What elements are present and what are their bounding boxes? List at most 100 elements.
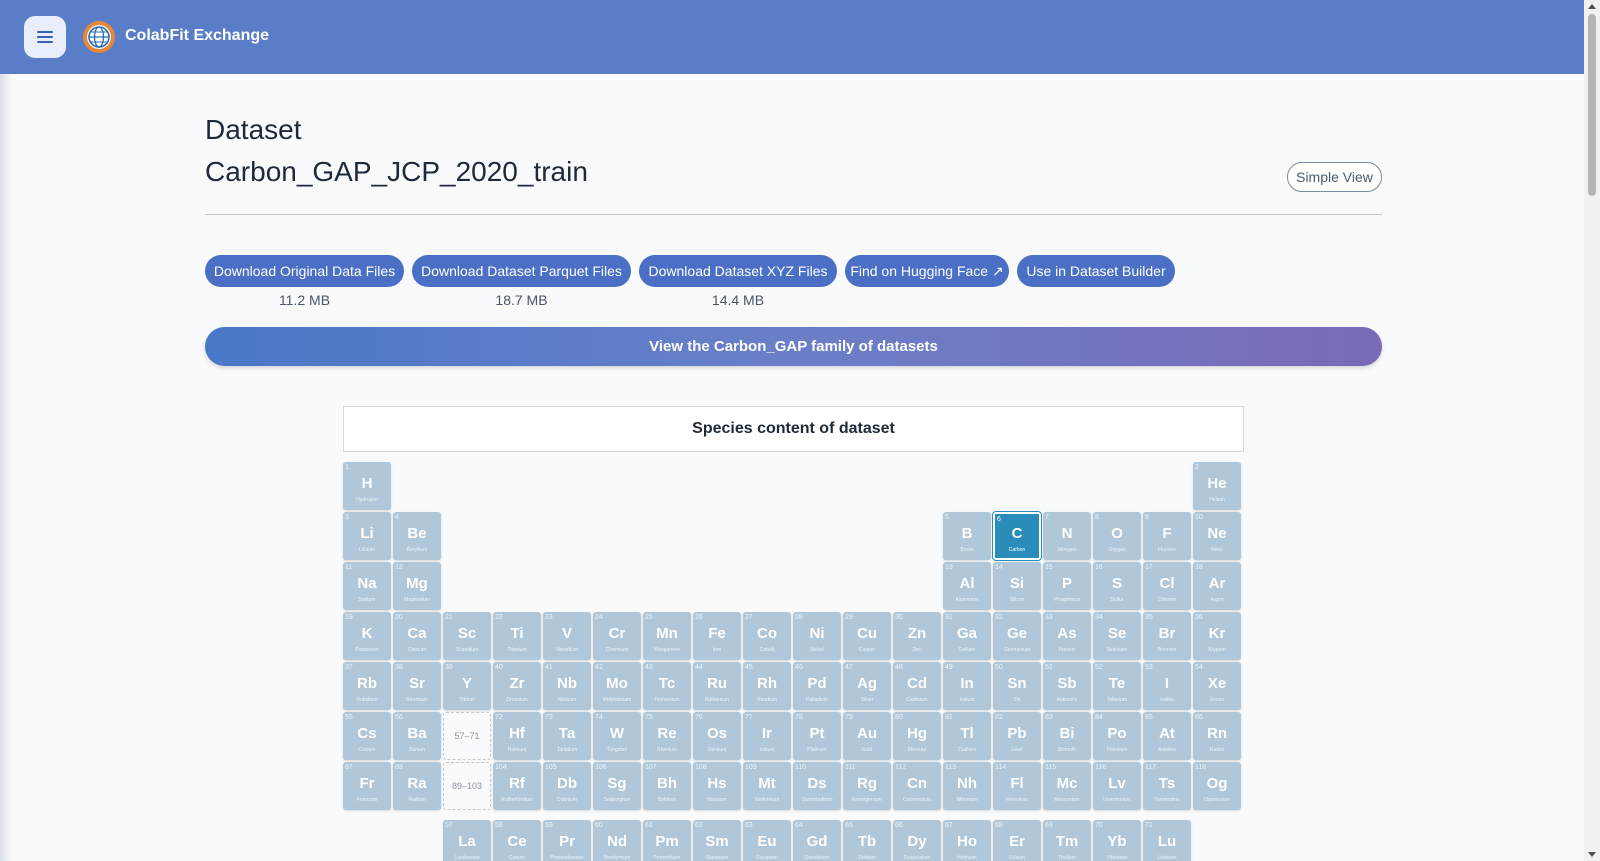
element-tile-w[interactable]: 74 W Tungsten	[593, 712, 641, 760]
element-tile-sc[interactable]: 21 Sc Scandium	[443, 612, 491, 660]
element-tile-fr[interactable]: 87 Fr Francium	[343, 762, 391, 810]
element-tile-tb[interactable]: 65 Tb Terbium	[843, 820, 891, 861]
element-tile-ra[interactable]: 88 Ra Radium	[393, 762, 441, 810]
menu-button[interactable]	[24, 16, 66, 58]
element-tile-dy[interactable]: 66 Dy Dysprosium	[893, 820, 941, 861]
element-tile-s[interactable]: 16 S Sulfur	[1093, 562, 1141, 610]
element-tile-hf[interactable]: 72 Hf Hafnium	[493, 712, 541, 760]
element-tile-ti[interactable]: 22 Ti Titanium	[493, 612, 541, 660]
element-tile-te[interactable]: 52 Te Tellurium	[1093, 662, 1141, 710]
element-tile-br[interactable]: 35 Br Bromine	[1143, 612, 1191, 660]
element-tile-ho[interactable]: 67 Ho Holmium	[943, 820, 991, 861]
element-tile-co[interactable]: 27 Co Cobalt	[743, 612, 791, 660]
element-tile-cr[interactable]: 24 Cr Chromium	[593, 612, 641, 660]
scroll-up-arrow-icon[interactable]	[1588, 4, 1596, 9]
element-tile-fl[interactable]: 114 Fl Flerovium	[993, 762, 1041, 810]
element-tile-kr[interactable]: 36 Kr Krypton	[1193, 612, 1241, 660]
scrollbar-thumb[interactable]	[1588, 14, 1596, 196]
element-tile-o[interactable]: 8 O Oxygen	[1093, 512, 1141, 560]
element-tile-sb[interactable]: 51 Sb Antimony	[1043, 662, 1091, 710]
element-tile-mc[interactable]: 115 Mc Moscovium	[1043, 762, 1091, 810]
download-original-button[interactable]: Download Original Data Files	[205, 255, 404, 287]
element-tile-mo[interactable]: 42 Mo Molybdenum	[593, 662, 641, 710]
element-tile-ar[interactable]: 18 Ar Argon	[1193, 562, 1241, 610]
element-tile-nd[interactable]: 60 Nd Neodymium	[593, 820, 641, 861]
element-tile-mg[interactable]: 12 Mg Magnesium	[393, 562, 441, 610]
download-xyz-button[interactable]: Download Dataset XYZ Files	[639, 255, 837, 287]
element-tile-tm[interactable]: 69 Tm Thulium	[1043, 820, 1091, 861]
element-tile-au[interactable]: 79 Au Gold	[843, 712, 891, 760]
element-tile-ds[interactable]: 110 Ds Darmstadtium	[793, 762, 841, 810]
element-tile-f[interactable]: 9 F Fluorine	[1143, 512, 1191, 560]
element-tile-cl[interactable]: 17 Cl Chlorine	[1143, 562, 1191, 610]
element-tile-ce[interactable]: 58 Ce Cerium	[493, 820, 541, 861]
element-tile-mt[interactable]: 109 Mt Meitnerium	[743, 762, 791, 810]
element-tile-y[interactable]: 39 Y Yttrium	[443, 662, 491, 710]
element-tile-ba[interactable]: 56 Ba Barium	[393, 712, 441, 760]
element-tile-sg[interactable]: 106 Sg Seaborgium	[593, 762, 641, 810]
element-tile-h[interactable]: 1 H Hydrogen	[343, 462, 391, 510]
element-tile-be[interactable]: 4 Be Beryllium	[393, 512, 441, 560]
element-tile-gd[interactable]: 64 Gd Gadolinium	[793, 820, 841, 861]
scroll-down-arrow-icon[interactable]	[1588, 852, 1596, 857]
element-tile-bh[interactable]: 107 Bh Bohrium	[643, 762, 691, 810]
element-tile-p[interactable]: 15 P Phosphorus	[1043, 562, 1091, 610]
element-tile-rf[interactable]: 104 Rf Rutherfordium	[493, 762, 541, 810]
element-tile-hs[interactable]: 108 Hs Hassium	[693, 762, 741, 810]
element-tile-pb[interactable]: 82 Pb Lead	[993, 712, 1041, 760]
element-tile-la[interactable]: 57 La Lanthanum	[443, 820, 491, 861]
page-scrollbar[interactable]	[1584, 0, 1600, 861]
element-tile-ni[interactable]: 28 Ni Nickel	[793, 612, 841, 660]
element-tile-eu[interactable]: 63 Eu Europium	[743, 820, 791, 861]
hugging-face-button[interactable]: Find on Hugging Face ↗	[845, 255, 1009, 287]
element-tile-db[interactable]: 105 Db Dubnium	[543, 762, 591, 810]
element-tile-ir[interactable]: 77 Ir Iridium	[743, 712, 791, 760]
element-tile-sn[interactable]: 50 Sn Tin	[993, 662, 1041, 710]
element-tile-se[interactable]: 34 Se Selenium	[1093, 612, 1141, 660]
element-tile-er[interactable]: 68 Er Erbium	[993, 820, 1041, 861]
element-tile-cs[interactable]: 55 Cs Cesium	[343, 712, 391, 760]
element-tile-v[interactable]: 23 V Vanadium	[543, 612, 591, 660]
element-tile-pd[interactable]: 46 Pd Palladium	[793, 662, 841, 710]
element-tile-al[interactable]: 13 Al Aluminium	[943, 562, 991, 610]
element-tile-xe[interactable]: 54 Xe Xenon	[1193, 662, 1241, 710]
element-tile-ge[interactable]: 32 Ge Germanium	[993, 612, 1041, 660]
element-tile-ru[interactable]: 44 Ru Ruthenium	[693, 662, 741, 710]
element-tile-ta[interactable]: 73 Ta Tantalum	[543, 712, 591, 760]
element-tile-zn[interactable]: 30 Zn Zinc	[893, 612, 941, 660]
element-tile-cu[interactable]: 29 Cu Copper	[843, 612, 891, 660]
element-tile-he[interactable]: 2 He Helium	[1193, 462, 1241, 510]
element-tile-hg[interactable]: 80 Hg Mercury	[893, 712, 941, 760]
element-tile-k[interactable]: 19 K Potassium	[343, 612, 391, 660]
element-tile-li[interactable]: 3 Li Lithium	[343, 512, 391, 560]
element-tile-tl[interactable]: 81 Tl Thallium	[943, 712, 991, 760]
element-tile-nb[interactable]: 41 Nb Niobium	[543, 662, 591, 710]
element-tile-fe[interactable]: 26 Fe Iron	[693, 612, 741, 660]
element-tile-tc[interactable]: 43 Tc Technetium	[643, 662, 691, 710]
element-tile-bi[interactable]: 83 Bi Bismuth	[1043, 712, 1091, 760]
element-tile-po[interactable]: 84 Po Polonium	[1093, 712, 1141, 760]
dataset-family-button[interactable]: View the Carbon_GAP family of datasets	[205, 327, 1382, 366]
element-tile-ne[interactable]: 10 Ne Neon	[1193, 512, 1241, 560]
element-tile-zr[interactable]: 40 Zr Zirconium	[493, 662, 541, 710]
element-tile-rb[interactable]: 37 Rb Rubidium	[343, 662, 391, 710]
element-tile-b[interactable]: 5 B Boron	[943, 512, 991, 560]
element-tile-ag[interactable]: 47 Ag Silver	[843, 662, 891, 710]
element-tile-lv[interactable]: 116 Lv Livermorium	[1093, 762, 1141, 810]
simple-view-button[interactable]: Simple View	[1287, 162, 1382, 192]
element-tile-sr[interactable]: 38 Sr Strontium	[393, 662, 441, 710]
element-tile-i[interactable]: 53 I Iodine	[1143, 662, 1191, 710]
element-tile-ca[interactable]: 20 Ca Calcium	[393, 612, 441, 660]
element-tile-mn[interactable]: 25 Mn Manganese	[643, 612, 691, 660]
element-tile-re[interactable]: 75 Re Rhenium	[643, 712, 691, 760]
element-tile-og[interactable]: 118 Og Oganesson	[1193, 762, 1241, 810]
element-tile-c[interactable]: 6 C Carbon	[993, 512, 1041, 560]
element-tile-rn[interactable]: 86 Rn Radon	[1193, 712, 1241, 760]
element-tile-sm[interactable]: 62 Sm Samarium	[693, 820, 741, 861]
element-tile-pm[interactable]: 61 Pm Promethium	[643, 820, 691, 861]
element-tile-os[interactable]: 76 Os Osmium	[693, 712, 741, 760]
element-tile-na[interactable]: 11 Na Sodium	[343, 562, 391, 610]
element-tile-pr[interactable]: 59 Pr Praseodymium	[543, 820, 591, 861]
element-tile-as[interactable]: 33 As Arsenic	[1043, 612, 1091, 660]
element-tile-at[interactable]: 85 At Astatine	[1143, 712, 1191, 760]
